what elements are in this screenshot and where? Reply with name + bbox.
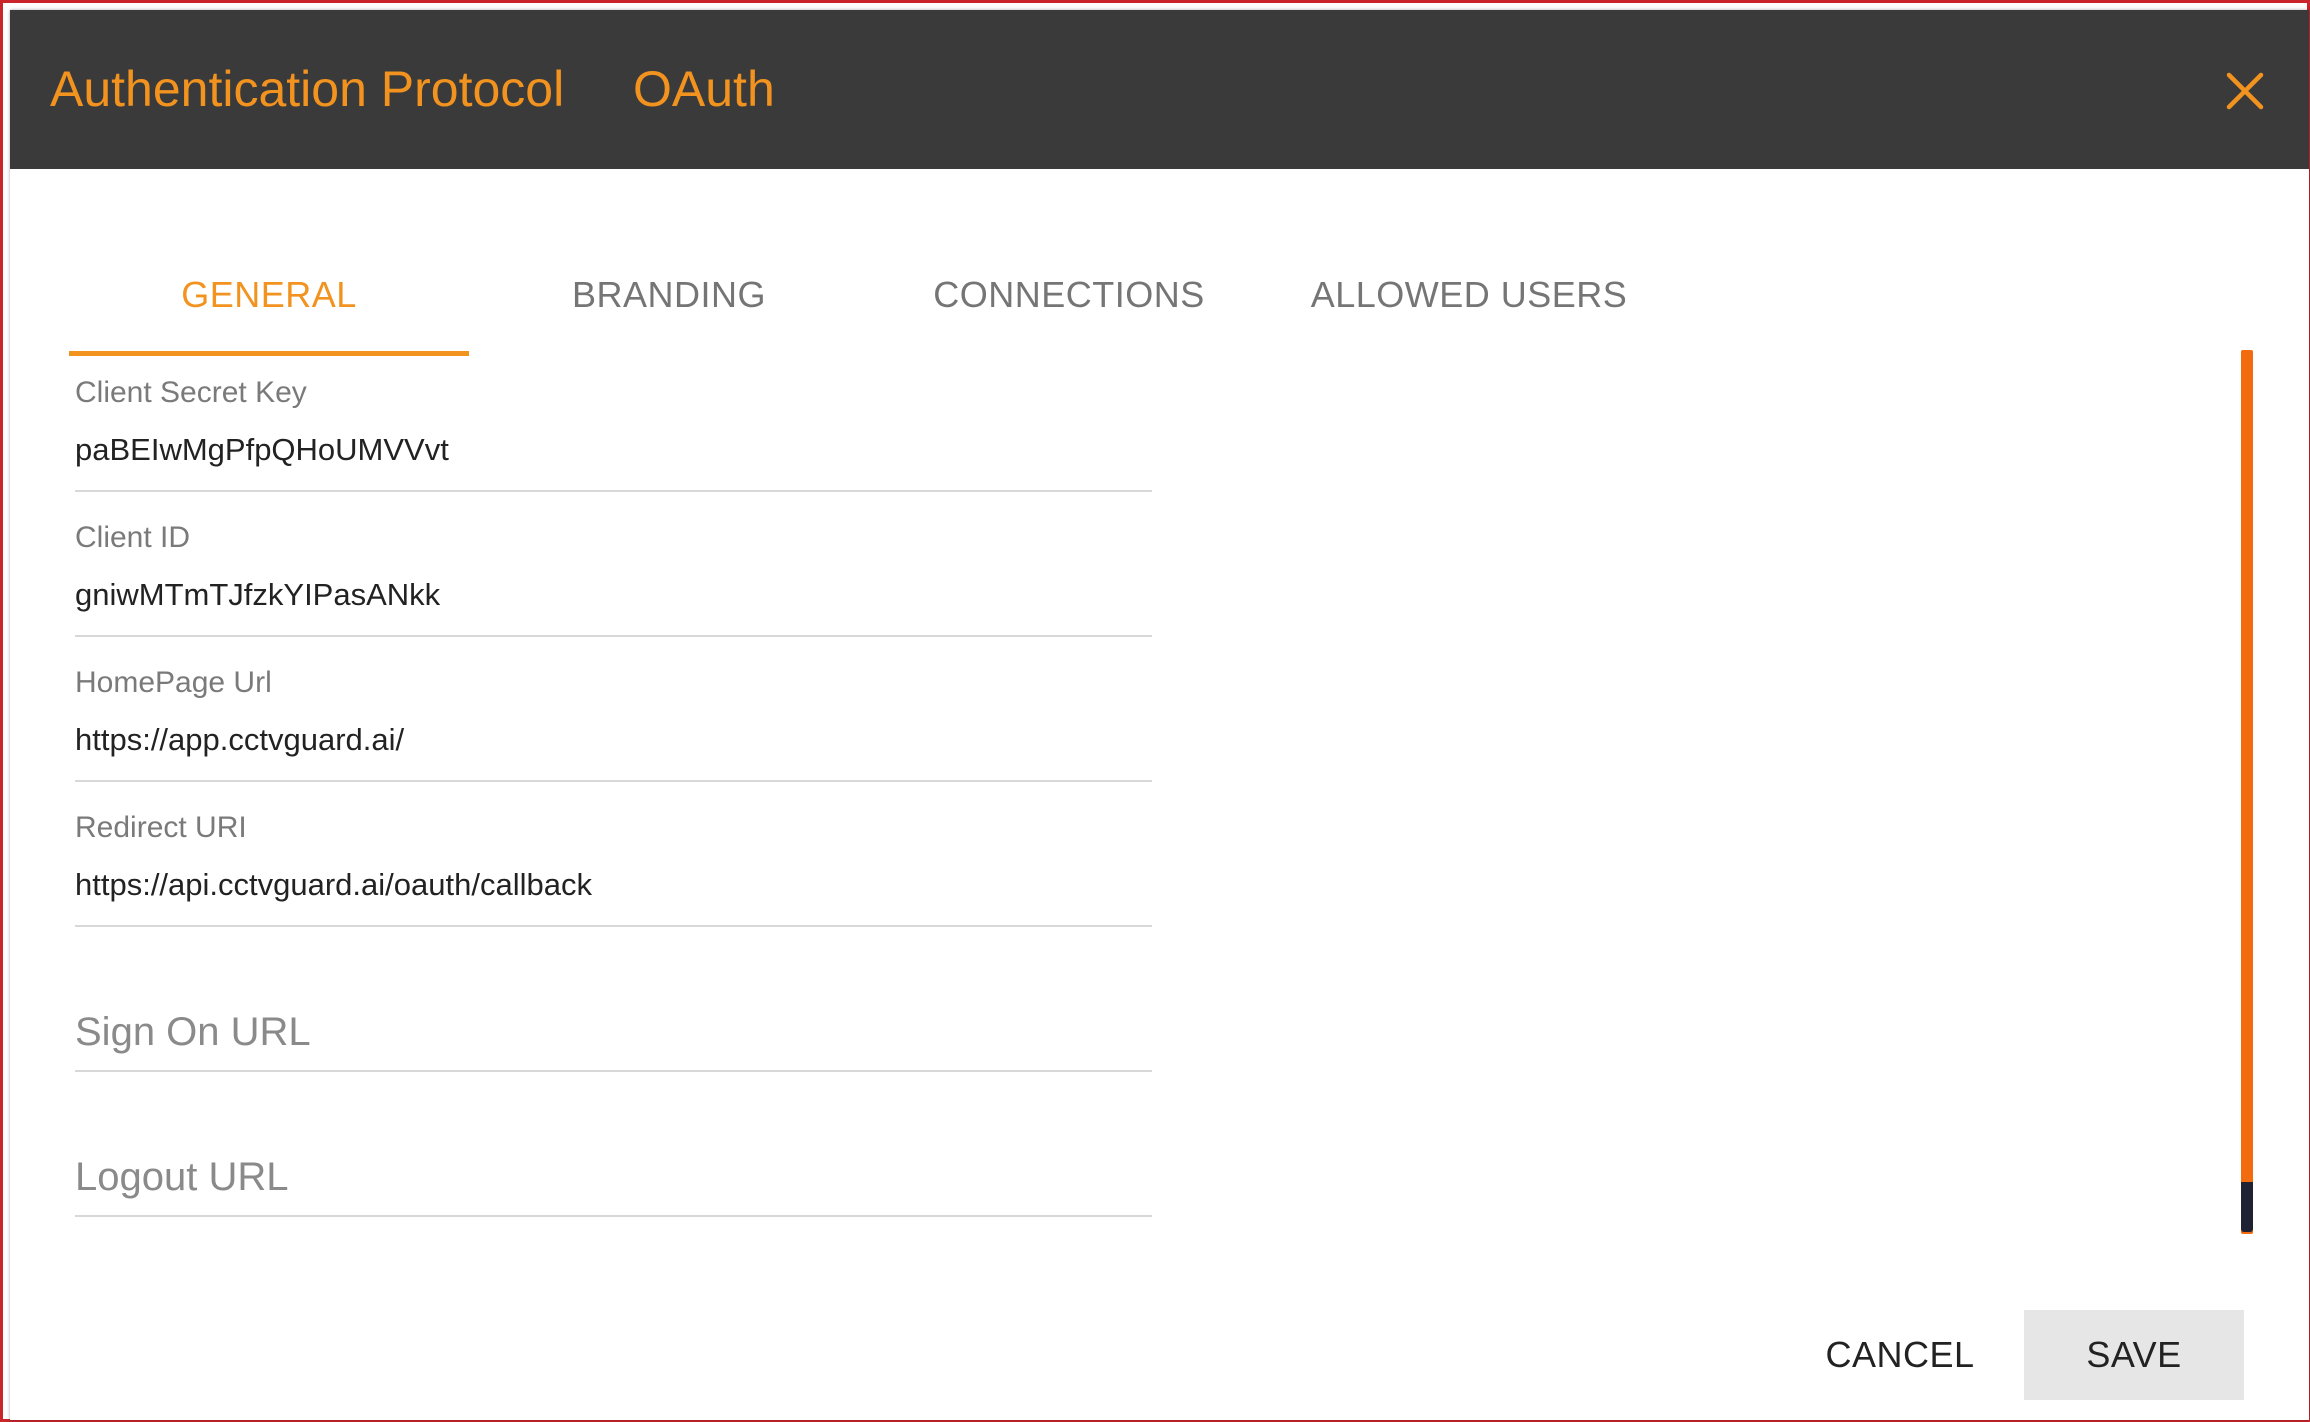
redirect-uri-field[interactable]: Redirect URI https://api.cctvguard.ai/oa… bbox=[75, 811, 1152, 931]
cancel-button[interactable]: CANCEL bbox=[1790, 1310, 2010, 1400]
client-id-input[interactable]: gniwMTmTJfzkYIPasANkk bbox=[75, 577, 440, 613]
active-tab-indicator bbox=[69, 351, 469, 356]
redirect-uri-label: Redirect URI bbox=[75, 811, 247, 844]
field-underline bbox=[75, 780, 1152, 782]
auth-protocol-dialog: Authentication Protocol OAuth GENERAL BR… bbox=[10, 10, 2309, 1420]
logout-url-input[interactable]: Logout URL bbox=[75, 1155, 288, 1200]
tab-connections[interactable]: CONNECTIONS bbox=[869, 240, 1269, 355]
close-icon bbox=[2226, 72, 2264, 110]
redirect-uri-input[interactable]: https://api.cctvguard.ai/oauth/callback bbox=[75, 867, 592, 903]
tab-branding[interactable]: BRANDING bbox=[469, 240, 869, 355]
field-underline bbox=[75, 925, 1152, 927]
homepage-url-field[interactable]: HomePage Url https://app.cctvguard.ai/ bbox=[75, 666, 1152, 786]
save-button[interactable]: SAVE bbox=[2024, 1310, 2244, 1400]
tab-general[interactable]: GENERAL bbox=[69, 240, 469, 355]
sign-on-url-field[interactable]: Sign On URL bbox=[75, 1010, 1152, 1075]
client-secret-key-input[interactable]: paBEIwMgPfpQHoUMVVvt bbox=[75, 432, 449, 468]
protocol-value: OAuth bbox=[633, 61, 775, 117]
client-id-field[interactable]: Client ID gniwMTmTJfzkYIPasANkk bbox=[75, 521, 1152, 641]
field-underline bbox=[75, 635, 1152, 637]
field-underline bbox=[75, 490, 1152, 492]
dialog-title: Authentication Protocol bbox=[50, 61, 565, 117]
client-secret-key-label: Client Secret Key bbox=[75, 376, 307, 409]
field-underline bbox=[75, 1070, 1152, 1072]
scrollbar-thumb[interactable] bbox=[2241, 1182, 2253, 1232]
field-underline bbox=[75, 1215, 1152, 1217]
homepage-url-label: HomePage Url bbox=[75, 666, 272, 699]
sign-on-url-input[interactable]: Sign On URL bbox=[75, 1010, 311, 1055]
homepage-url-input[interactable]: https://app.cctvguard.ai/ bbox=[75, 722, 404, 758]
close-button[interactable] bbox=[2221, 67, 2269, 115]
client-id-label: Client ID bbox=[75, 521, 191, 554]
dialog-header: Authentication Protocol OAuth bbox=[10, 10, 2309, 169]
client-secret-key-field[interactable]: Client Secret Key paBEIwMgPfpQHoUMVVvt bbox=[75, 376, 1152, 496]
scrollbar-track[interactable] bbox=[2241, 350, 2253, 1234]
screenshot-frame: Authentication Protocol OAuth GENERAL BR… bbox=[0, 0, 2310, 1422]
logout-url-field[interactable]: Logout URL bbox=[75, 1155, 1152, 1220]
tab-allowed-users[interactable]: ALLOWED USERS bbox=[1269, 240, 1669, 355]
